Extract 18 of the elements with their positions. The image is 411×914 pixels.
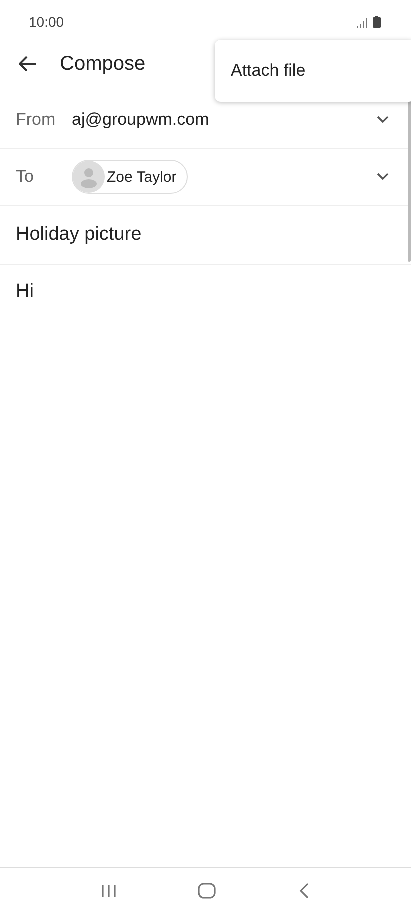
avatar-icon	[73, 161, 105, 193]
battery-icon	[373, 16, 381, 28]
from-address[interactable]: aj@groupwm.com	[72, 110, 377, 130]
body-field[interactable]: Hi	[16, 281, 34, 302]
back-icon[interactable]	[19, 56, 37, 72]
chevron-down-icon[interactable]	[377, 173, 389, 181]
from-label: From	[16, 110, 57, 130]
subject-field[interactable]: Holiday picture	[16, 224, 142, 246]
to-label: To	[16, 167, 35, 187]
chevron-down-icon[interactable]	[377, 116, 389, 124]
status-time: 10:00	[29, 14, 64, 30]
recent-apps-icon[interactable]	[100, 884, 117, 898]
recipient-name: Zoe Taylor	[107, 168, 177, 186]
home-icon[interactable]	[198, 883, 216, 899]
menu-item[interactable]: Attach file	[215, 61, 306, 81]
screen-title: Compose	[60, 52, 146, 76]
recipient-chip[interactable]: Zoe Taylor	[72, 160, 188, 194]
signal-icon	[357, 18, 369, 28]
